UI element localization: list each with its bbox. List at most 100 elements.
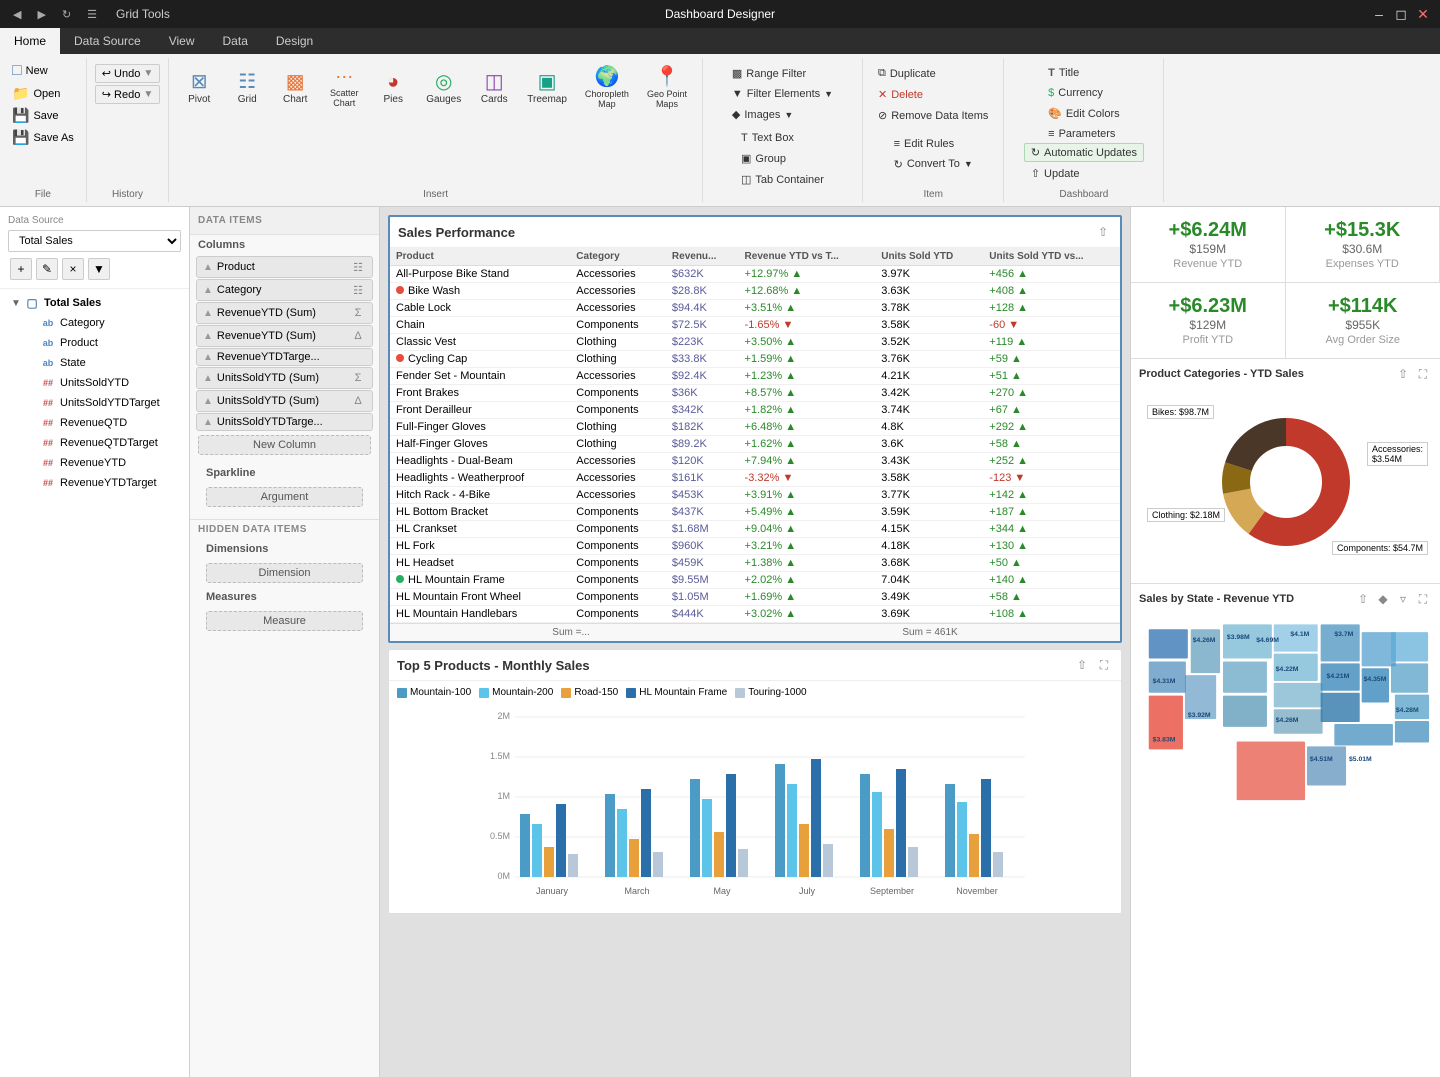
table-row[interactable]: Bike Wash Accessories $28.8K +12.68% ▲ 3… [390, 283, 1120, 300]
data-item-unitsytd2[interactable]: ▲ UnitsSoldYTD (Sum) Δ [196, 390, 373, 412]
close-btn[interactable]: ✕ [1414, 5, 1432, 23]
measure-btn[interactable]: Measure [206, 611, 363, 631]
new-btn[interactable]: □ New [8, 60, 52, 82]
revytd2-sigma[interactable]: Δ [350, 328, 366, 344]
edit-datasource-btn[interactable]: ✎ [36, 258, 58, 280]
scatter-chart-btn[interactable]: ⋯ ScatterChart [321, 63, 367, 113]
minimize-btn[interactable]: – [1370, 5, 1388, 23]
delete-btn[interactable]: ✕ Delete [871, 85, 995, 104]
gauges-btn[interactable]: ◎ Gauges [419, 67, 468, 110]
datasource-select[interactable]: Total Sales [8, 230, 181, 252]
save-btn[interactable]: 💾 Save [8, 105, 63, 126]
data-item-revytdtarget[interactable]: ▲ RevenueYTDTarge... [196, 348, 373, 366]
table-row[interactable]: Headlights - Dual-Beam Accessories $120K… [390, 453, 1120, 470]
delete-datasource-btn[interactable]: × [62, 258, 84, 280]
table-row[interactable]: Full-Finger Gloves Clothing $182K +6.48%… [390, 419, 1120, 436]
edit-rules-btn[interactable]: ≡ Edit Rules [887, 135, 980, 153]
map-diamond-btn[interactable]: ◆ [1374, 590, 1392, 608]
parameters-btn[interactable]: ≡ Parameters [1041, 125, 1127, 143]
open-btn[interactable]: 📁 Open [8, 83, 64, 104]
tree-item-state[interactable]: ab State [20, 353, 185, 373]
tree-item-category[interactable]: ab Category [20, 313, 185, 333]
images-btn[interactable]: ◆ Images ▼ [725, 105, 840, 124]
new-column-btn[interactable]: New Column [198, 435, 371, 455]
table-row[interactable]: HL Mountain Front Wheel Components $1.05… [390, 589, 1120, 606]
pies-btn[interactable]: ◕ Pies [371, 67, 415, 110]
product-sort-icon[interactable]: ☷ [350, 259, 366, 275]
donut-export-btn[interactable]: ⇧ [1394, 365, 1412, 383]
map-expand-btn[interactable]: ⛶ [1414, 590, 1432, 608]
col-units-vs[interactable]: Units Sold YTD vs... [983, 248, 1120, 266]
table-row[interactable]: Fender Set - Mountain Accessories $92.4K… [390, 368, 1120, 385]
convert-to-btn[interactable]: ↻ Convert To ▼ [887, 155, 980, 174]
revytd1-sigma[interactable]: Σ [350, 305, 366, 321]
data-item-unitstarget[interactable]: ▲ UnitsSoldYTDTarge... [196, 413, 373, 431]
donut-expand-btn[interactable]: ⛶ [1414, 365, 1432, 383]
data-item-revytd2[interactable]: ▲ RevenueYTD (Sum) Δ [196, 325, 373, 347]
grid-btn[interactable]: ☷ Grid [225, 67, 269, 110]
tab-view[interactable]: View [155, 28, 209, 54]
table-wrapper[interactable]: Product Category Revenu... Revenue YTD v… [390, 248, 1120, 623]
text-box-btn[interactable]: T Text Box [734, 129, 831, 147]
duplicate-btn[interactable]: ⧉ Duplicate [871, 64, 995, 83]
map-export-btn[interactable]: ⇧ [1354, 590, 1372, 608]
choropleth-btn[interactable]: 🌍 ChoroplethMap [578, 62, 636, 114]
title-btn[interactable]: T Title [1041, 64, 1127, 82]
table-row[interactable]: HL Crankset Components $1.68M +9.04% ▲ 4… [390, 521, 1120, 538]
category-sort-icon[interactable]: ☷ [350, 282, 366, 298]
table-row[interactable]: Chain Components $72.5K -1.65% ▼ 3.58K -… [390, 317, 1120, 334]
tree-item-product[interactable]: ab Product [20, 333, 185, 353]
geo-point-btn[interactable]: 📍 Geo PointMaps [640, 62, 694, 114]
unitsytd1-sigma[interactable]: Σ [350, 370, 366, 386]
undo-btn[interactable]: ↩ Undo ▼ [95, 64, 160, 83]
table-row[interactable]: HL Mountain Frame Components $9.55M +2.0… [390, 572, 1120, 589]
tab-container-btn[interactable]: ◫ Tab Container [734, 170, 831, 189]
tab-design[interactable]: Design [262, 28, 327, 54]
data-item-product[interactable]: ▲ Product ☷ [196, 256, 373, 278]
table-row[interactable]: Front Derailleur Components $342K +1.82%… [390, 402, 1120, 419]
table-row[interactable]: Cycling Cap Clothing $33.8K +1.59% ▲ 3.7… [390, 351, 1120, 368]
filter-elements-btn[interactable]: ▼ Filter Elements ▼ [725, 85, 840, 103]
table-row[interactable]: Half-Finger Gloves Clothing $89.2K +1.62… [390, 436, 1120, 453]
unitsytd2-sigma[interactable]: Δ [350, 393, 366, 409]
table-row[interactable]: Cable Lock Accessories $94.4K +3.51% ▲ 3… [390, 300, 1120, 317]
table-row[interactable]: Front Brakes Components $36K +8.57% ▲ 3.… [390, 385, 1120, 402]
tree-item-unitstarget[interactable]: ## UnitsSoldYTDTarget [20, 393, 185, 413]
data-item-unitsytd1[interactable]: ▲ UnitsSoldYTD (Sum) Σ [196, 367, 373, 389]
pivot-btn[interactable]: ⊠ Pivot [177, 67, 221, 110]
remove-data-items-btn[interactable]: ⊘ Remove Data Items [871, 106, 995, 125]
col-ytd-vs-t[interactable]: Revenue YTD vs T... [739, 248, 876, 266]
save-as-btn[interactable]: 💾 Save As [8, 127, 78, 148]
table-row[interactable]: Hitch Rack - 4-Bike Accessories $453K +3… [390, 487, 1120, 504]
auto-updates-btn[interactable]: ↻ Automatic Updates [1024, 143, 1144, 162]
col-units-ytd[interactable]: Units Sold YTD [875, 248, 983, 266]
range-filter-btn[interactable]: ▩ Range Filter [725, 64, 840, 83]
table-row[interactable]: HL Mountain Handlebars Components $444K … [390, 606, 1120, 623]
dimension-btn[interactable]: Dimension [206, 563, 363, 583]
forward-btn[interactable]: ▶ [32, 6, 50, 23]
edit-colors-btn[interactable]: 🎨 Edit Colors [1041, 104, 1127, 123]
map-filter-btn[interactable]: ▿ [1394, 590, 1412, 608]
tree-item-revytd[interactable]: ## RevenueYTD [20, 453, 185, 473]
argument-btn[interactable]: Argument [206, 487, 363, 507]
col-category[interactable]: Category [570, 248, 666, 266]
treemap-btn[interactable]: ▣ Treemap [520, 67, 574, 110]
table-row[interactable]: Headlights - Weatherproof Accessories $1… [390, 470, 1120, 487]
restore-btn[interactable]: ◻ [1392, 5, 1410, 23]
update-btn[interactable]: ⇧ Update [1024, 164, 1144, 183]
tree-item-revytdtarget[interactable]: ## RevenueYTDTarget [20, 473, 185, 493]
table-row[interactable]: All-Purpose Bike Stand Accessories $632K… [390, 266, 1120, 283]
chart-btn[interactable]: ▩ Chart [273, 67, 317, 110]
table-row[interactable]: Classic Vest Clothing $223K +3.50% ▲ 3.5… [390, 334, 1120, 351]
table-row[interactable]: HL Bottom Bracket Components $437K +5.49… [390, 504, 1120, 521]
table-row[interactable]: HL Headset Components $459K +1.38% ▲ 3.6… [390, 555, 1120, 572]
data-item-category[interactable]: ▲ Category ☷ [196, 279, 373, 301]
tree-item-revqtd[interactable]: ## RevenueQTD [20, 413, 185, 433]
tab-data[interactable]: Data [209, 28, 262, 54]
add-datasource-btn[interactable]: + [10, 258, 32, 280]
refresh-btn[interactable]: ↻ [57, 6, 76, 23]
tree-item-revqtdtarget[interactable]: ## RevenueQTDTarget [20, 433, 185, 453]
col-revenue[interactable]: Revenu... [666, 248, 739, 266]
bar-expand-btn[interactable]: ⛶ [1095, 656, 1113, 674]
back-btn[interactable]: ◀ [8, 6, 26, 23]
